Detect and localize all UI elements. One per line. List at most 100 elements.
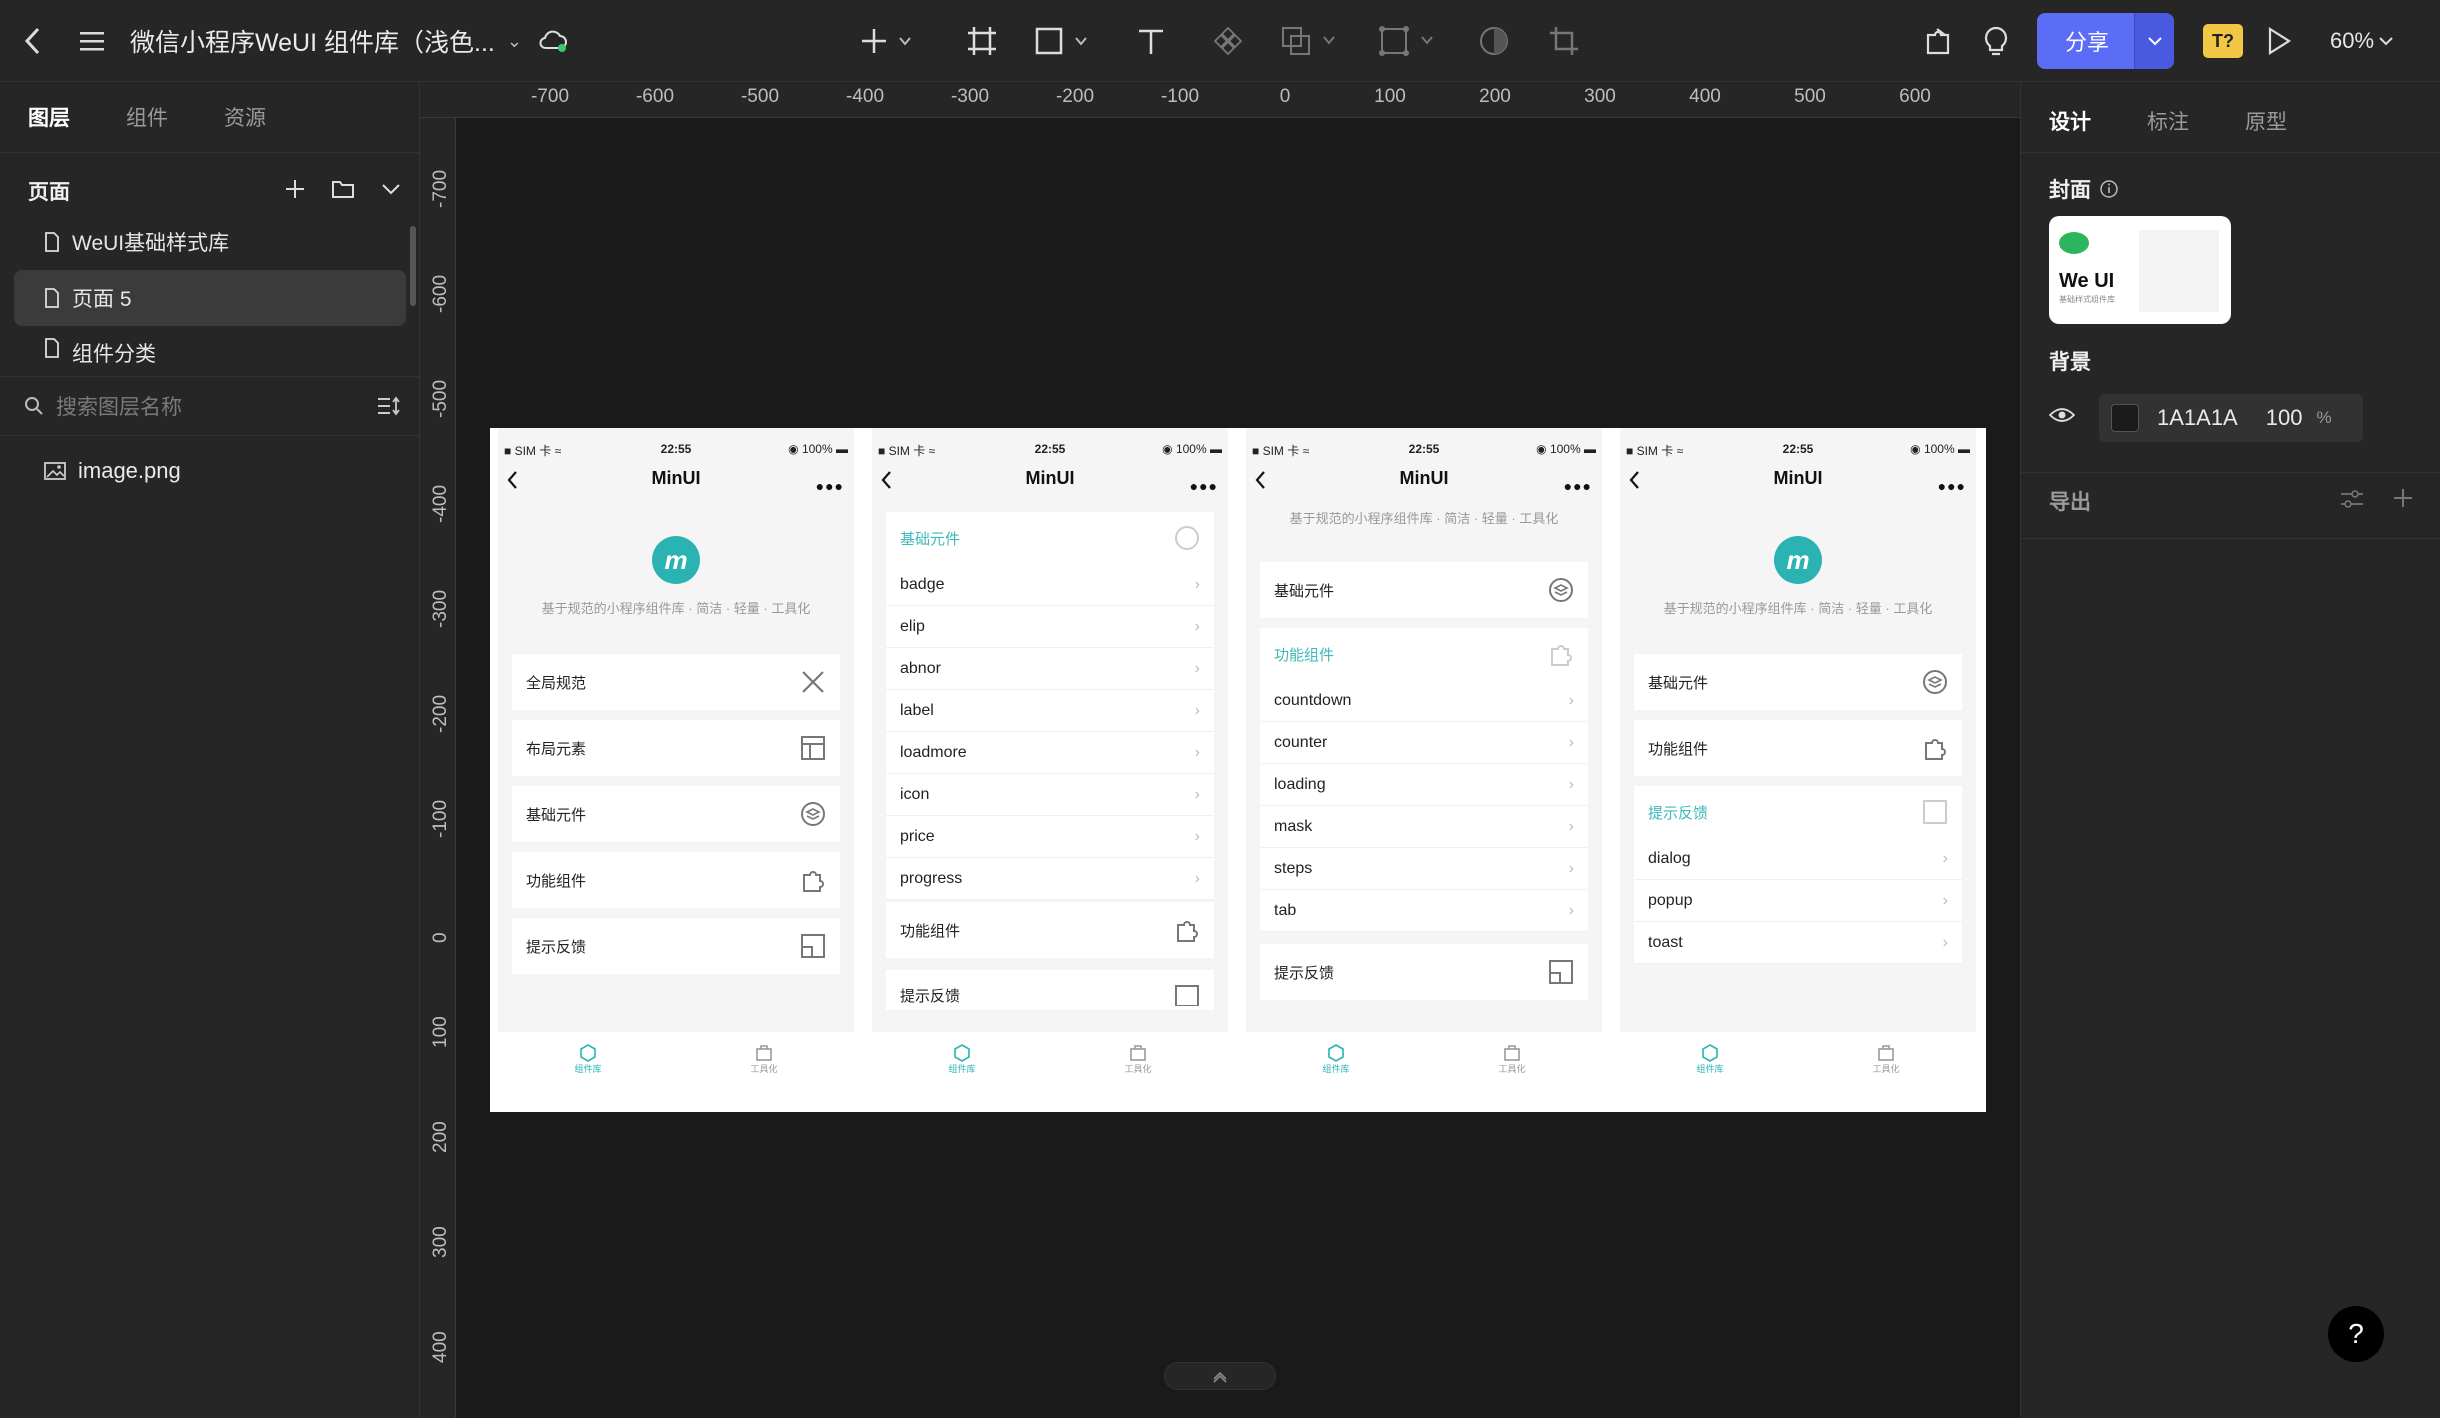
plugin-icon[interactable] [1920, 16, 1956, 66]
background-opacity[interactable]: 100 [2266, 405, 2303, 431]
horizontal-ruler: -700 -600 -500 -400 -300 -200 -100 0 100 200 300 40… [420, 82, 2020, 118]
page-item-page5[interactable]: 页面 5 [14, 270, 406, 326]
tab-prototype[interactable]: 原型 [2245, 106, 2287, 136]
card-label: 基础元件 [1274, 582, 1335, 600]
chevron-up-icon [1213, 1371, 1227, 1383]
back-icon[interactable] [18, 16, 48, 66]
collapse-pages-chevron-icon[interactable] [376, 174, 406, 204]
nav-bar: MinUI ●●● [1238, 466, 1610, 494]
chevron-down-icon: ⌄ [506, 30, 522, 51]
ruler-tick-label: -100 [1160, 86, 1200, 107]
component-list: dialog › popup › toast › [1634, 838, 1962, 964]
card-label: 布局元素 [526, 740, 587, 758]
background-hex[interactable]: 1A1A1A [2157, 405, 2238, 431]
chevron-right-icon: › [1194, 575, 1200, 593]
tab-assets[interactable]: 资源 [224, 102, 266, 132]
phone-screen-home: ■ SIM 卡 ≈ 22:55 ◉ 100% ▬ MinUI ●●● m 基于规… [490, 428, 862, 1112]
phone-tab-bar: 组件库 工具化 [1612, 1032, 1984, 1112]
vector-path-icon[interactable] [1378, 16, 1438, 66]
list-item: loadmore › [886, 732, 1214, 774]
help-button[interactable]: ? [2328, 1306, 2384, 1362]
list-item: dialog › [1634, 838, 1962, 880]
ruler-tick-label: -300 [950, 86, 990, 107]
phone-screen-basic: ■ SIM 卡 ≈ 22:55 ◉ 100% ▬ MinUI ●●● 基础元件 … [864, 428, 1236, 1112]
info-icon[interactable] [2099, 179, 2119, 199]
add-export-icon[interactable] [2391, 486, 2415, 510]
page-item-label: 页面 5 [72, 288, 132, 311]
puzzle-icon [1548, 641, 1574, 667]
document-title[interactable]: 微信小程序WeUI 组件库（浅色... ⌄ [130, 20, 568, 62]
ruler-tick-label: 300 [430, 1226, 451, 1258]
feedback-icon [1174, 984, 1200, 1006]
cover-thumb-subtitle: 基础样式组件库 [2059, 295, 2115, 304]
lightbulb-icon[interactable] [1978, 16, 2014, 66]
text-tool-icon[interactable] [1133, 16, 1169, 66]
chevron-right-icon: › [1942, 933, 1948, 951]
card-function: 功能组件 [886, 902, 1214, 958]
filter-icon[interactable] [376, 395, 402, 417]
pages-scrollbar[interactable] [410, 226, 416, 306]
ruler-tick-label: -500 [740, 86, 780, 107]
insert-add-icon[interactable] [858, 16, 918, 66]
folder-icon[interactable] [328, 174, 358, 204]
page-item-categories[interactable]: 组件分类 [14, 326, 406, 366]
section-header: 基础元件 [886, 512, 1214, 564]
nav-title: MinUI [1025, 468, 1075, 488]
chevron-right-icon: › [1568, 817, 1574, 835]
export-settings-icon[interactable] [2339, 488, 2365, 510]
card-feedback: 提示反馈 [1260, 944, 1588, 1000]
boolean-icon[interactable] [1280, 16, 1340, 66]
share-button[interactable]: 分享 [2037, 13, 2137, 69]
rectangle-tool-icon[interactable] [1034, 16, 1094, 66]
menu-icon[interactable] [74, 16, 110, 66]
card-feedback: 提示反馈 [886, 970, 1214, 1010]
ruler-tick-label: 100 [430, 1016, 451, 1048]
tab-design[interactable]: 设计 [2049, 106, 2091, 136]
percent-sign: % [2316, 408, 2332, 427]
font-missing-badge[interactable]: T? [2203, 24, 2243, 58]
ruler-tick-label: -600 [635, 86, 675, 107]
layer-search[interactable]: 搜索图层名称 [0, 376, 420, 436]
page-item-label: 组件分类 [72, 343, 156, 366]
background-color-swatch[interactable] [2111, 404, 2139, 432]
cover-thumbnail[interactable]: We UI 基础样式组件库 [2049, 216, 2231, 324]
tab-annotate[interactable]: 标注 [2147, 106, 2189, 136]
list-item: loading › [1260, 764, 1588, 806]
component-icon[interactable] [1210, 16, 1246, 66]
crop-icon[interactable] [1546, 16, 1582, 66]
chevron-right-icon: › [1194, 785, 1200, 803]
ruler-tick-label: -500 [430, 379, 451, 418]
frame-icon[interactable] [962, 16, 1002, 66]
card-layout: 布局元素 [512, 720, 840, 776]
image-artboard[interactable]: ■ SIM 卡 ≈ 22:55 ◉ 100% ▬ MinUI ●●● m 基于规… [490, 428, 1986, 1112]
tab-layers[interactable]: 图层 [28, 102, 70, 132]
design-canvas[interactable]: ■ SIM 卡 ≈ 22:55 ◉ 100% ▬ MinUI ●●● m 基于规… [456, 118, 2020, 1418]
ruler-tick-label: -300 [430, 589, 451, 628]
image-icon [44, 461, 66, 481]
background-color-field[interactable]: 1A1A1A 100 % [2099, 394, 2363, 442]
list-item: mask › [1260, 806, 1588, 848]
mask-icon[interactable] [1476, 16, 1512, 66]
background-section-title: 背景 [2049, 351, 2091, 374]
ruler-tick-label: -200 [1055, 86, 1095, 107]
page-item-weui[interactable]: WeUI基础样式库 [14, 214, 406, 270]
layer-item-image[interactable]: image.png [44, 458, 181, 484]
add-page-icon[interactable] [280, 174, 310, 204]
zoom-selector[interactable]: 60% [2330, 18, 2394, 64]
eye-visibility-icon[interactable] [2049, 406, 2075, 424]
share-options-chevron-icon[interactable] [2134, 13, 2174, 69]
right-panel: 设计 标注 原型 封面 We UI 基础样式组件库 背景 1A1A1A 100 … [2020, 82, 2440, 1418]
tab-components[interactable]: 组件 [126, 102, 168, 132]
list-item: toast › [1634, 922, 1962, 964]
tab-components-lib: 组件库 [1690, 1044, 1730, 1075]
list-item: progress › [886, 858, 1214, 900]
collapse-panel-handle[interactable] [1164, 1362, 1276, 1390]
list-item: abnor › [886, 648, 1214, 690]
card-basic: 基础元件 [1260, 562, 1588, 618]
layer-search-input[interactable]: 搜索图层名称 [56, 391, 182, 421]
component-list: badge › elip › abnor › label › loadmore › ico… [886, 564, 1214, 900]
tab-components-lib: 组件库 [1316, 1044, 1356, 1075]
tools-icon [800, 669, 826, 695]
play-preview-icon[interactable] [2262, 16, 2296, 66]
ruler-tick-label: -200 [430, 694, 451, 733]
